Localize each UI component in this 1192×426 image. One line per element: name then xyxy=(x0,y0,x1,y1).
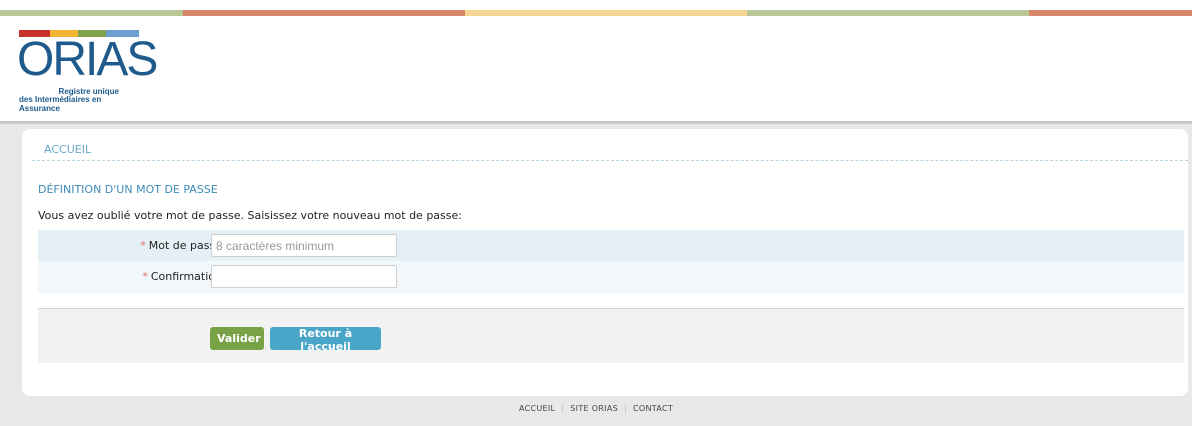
footer-link-accueil[interactable]: Accueil xyxy=(513,404,561,413)
breadcrumb-home[interactable]: ACCUEIL xyxy=(44,143,91,156)
footer-link-site-orias[interactable]: Site Orias xyxy=(564,404,624,413)
logo-tagline-2: des Intermédiaires en Assurance xyxy=(19,95,102,113)
password-input[interactable] xyxy=(211,234,397,257)
password-label: * Mot de passe xyxy=(140,239,222,252)
submit-button[interactable]: Valider xyxy=(210,327,264,350)
orias-logo[interactable]: ORIAS Registre unique des Intermédiaires… xyxy=(17,30,158,113)
logo-name: ORIAS xyxy=(17,33,158,86)
intro-text: Vous avez oublié votre mot de passe. Sai… xyxy=(38,209,462,222)
divider xyxy=(32,160,1188,161)
form-actions: Valider Retour à l'accueil xyxy=(38,308,1184,363)
required-marker: * xyxy=(140,239,146,252)
password-row: * Mot de passe xyxy=(38,230,1184,262)
main-panel: ACCUEIL DÉFINITION D'UN MOT DE PASSE Vou… xyxy=(22,129,1188,396)
required-marker: * xyxy=(142,270,148,283)
top-color-bar xyxy=(0,0,1192,16)
footer-link-contact[interactable]: Contact xyxy=(627,404,679,413)
confirm-row: * Confirmation xyxy=(38,261,1184,293)
page-title: DÉFINITION D'UN MOT DE PASSE xyxy=(38,183,218,196)
back-home-button[interactable]: Retour à l'accueil xyxy=(270,327,381,353)
site-header: ORIAS Registre unique des Intermédiaires… xyxy=(0,16,1192,124)
footer-nav: Accueil | Site Orias | Contact xyxy=(0,404,1192,413)
confirm-input[interactable] xyxy=(211,265,397,288)
